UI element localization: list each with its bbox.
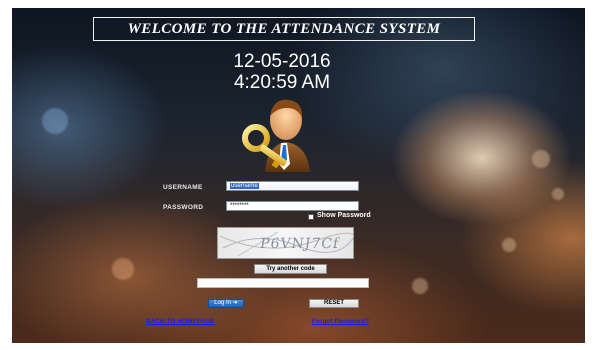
reset-button[interactable]: RESET <box>309 299 359 308</box>
captcha-input[interactable] <box>197 278 369 288</box>
bokeh-light <box>42 108 68 134</box>
arrow-right-icon: ➜ <box>232 300 238 306</box>
captcha-image: P6VNJ7Cf <box>217 227 354 259</box>
bokeh-light <box>552 188 564 200</box>
login-button-label: Log In <box>214 300 231 306</box>
username-label: USERNAME <box>163 184 203 191</box>
password-field[interactable]: ******** <box>226 201 359 211</box>
user-key-icon <box>242 99 310 172</box>
password-label: PASSWORD <box>163 204 204 211</box>
bokeh-light <box>412 278 428 294</box>
login-window: WELCOME TO THE ATTENDANCE SYSTEM 12-05-2… <box>12 8 585 343</box>
current-date: 12-05-2016 <box>233 51 331 72</box>
bokeh-light <box>532 150 550 168</box>
page-title: WELCOME TO THE ATTENDANCE SYSTEM <box>93 17 475 41</box>
username-value: username <box>230 183 259 189</box>
login-button[interactable]: Log In ➜ <box>208 299 244 308</box>
bokeh-light <box>502 238 516 252</box>
show-password-label: Show Password <box>317 212 371 219</box>
forgot-password-link[interactable]: Forgot Password? <box>312 318 369 325</box>
captcha-text: P6VNJ7Cf <box>258 236 341 252</box>
username-field[interactable]: username <box>226 181 359 191</box>
show-password-checkbox[interactable] <box>308 214 314 220</box>
back-to-homepage-link[interactable]: BACK TO HOMEPAGE <box>146 318 215 325</box>
current-time: 4:20:59 AM <box>233 72 331 93</box>
bokeh-light <box>112 258 134 280</box>
try-another-code-button[interactable]: Try another code <box>254 264 327 274</box>
